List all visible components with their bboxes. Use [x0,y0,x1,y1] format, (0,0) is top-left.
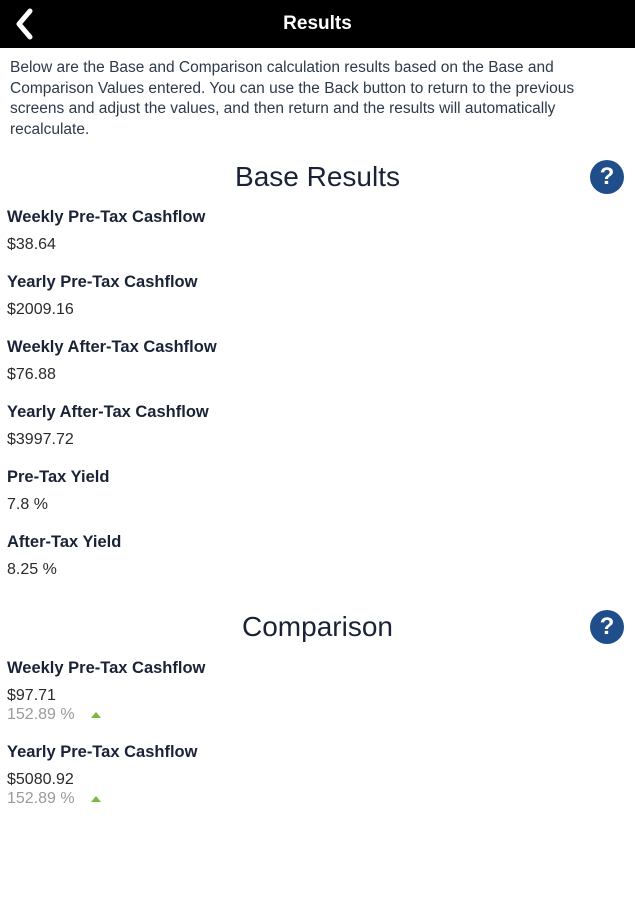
result-value: 8.25 % [7,561,57,578]
result-value: $5080.92 [7,771,74,788]
comparison-section: Comparison ? Weekly Pre-Tax Cashflow $97… [0,608,635,808]
result-value: $76.88 [7,366,56,383]
base-weekly-aftertax-item: Weekly After-Tax Cashflow $76.88 [0,337,635,385]
base-results-header: Base Results ? [0,158,635,196]
trend-up-icon [90,796,101,802]
result-label: Yearly Pre-Tax Cashflow [7,273,198,291]
top-bar: Results [0,0,635,48]
base-help-button[interactable]: ? [590,160,624,194]
help-icon: ? [599,163,615,190]
result-change: 152.89 % [7,790,635,808]
result-label: Weekly After-Tax Cashflow [7,338,217,356]
page-title: Results [283,13,352,34]
result-label: Weekly Pre-Tax Cashflow [7,208,206,226]
base-aftertax-yield-item: After-Tax Yield 8.25 % [0,532,635,580]
comparison-yearly-pretax-item: Yearly Pre-Tax Cashflow $5080.92 152.89 … [0,742,635,808]
result-change: 152.89 % [7,706,635,724]
result-label: After-Tax Yield [7,533,122,551]
change-percent: 152.89 % [7,790,75,807]
result-label: Pre-Tax Yield [7,468,110,486]
result-label: Yearly After-Tax Cashflow [7,403,209,421]
result-value: 7.8 % [7,496,48,513]
comparison-title: Comparison [242,611,393,642]
trend-up-icon [90,712,101,718]
change-percent: 152.89 % [7,706,75,723]
comparison-weekly-pretax-item: Weekly Pre-Tax Cashflow $97.71 152.89 % [0,658,635,724]
intro-text: Below are the Base and Comparison calcul… [10,59,575,138]
base-yearly-pretax-item: Yearly Pre-Tax Cashflow $2009.16 [0,272,635,320]
help-icon: ? [599,613,615,640]
base-weekly-pretax-item: Weekly Pre-Tax Cashflow $38.64 [0,207,635,255]
result-value: $3997.72 [7,431,74,448]
result-label: Yearly Pre-Tax Cashflow [7,743,198,761]
base-results-title: Base Results [235,161,400,192]
base-yearly-aftertax-item: Yearly After-Tax Cashflow $3997.72 [0,402,635,450]
result-value: $97.71 [7,687,56,704]
comparison-help-button[interactable]: ? [590,610,624,644]
result-value: $38.64 [7,236,56,253]
result-label: Weekly Pre-Tax Cashflow [7,659,206,677]
base-pretax-yield-item: Pre-Tax Yield 7.8 % [0,467,635,515]
base-results-section: Base Results ? Weekly Pre-Tax Cashflow $… [0,158,635,580]
result-value: $2009.16 [7,301,74,318]
comparison-header: Comparison ? [0,608,635,646]
